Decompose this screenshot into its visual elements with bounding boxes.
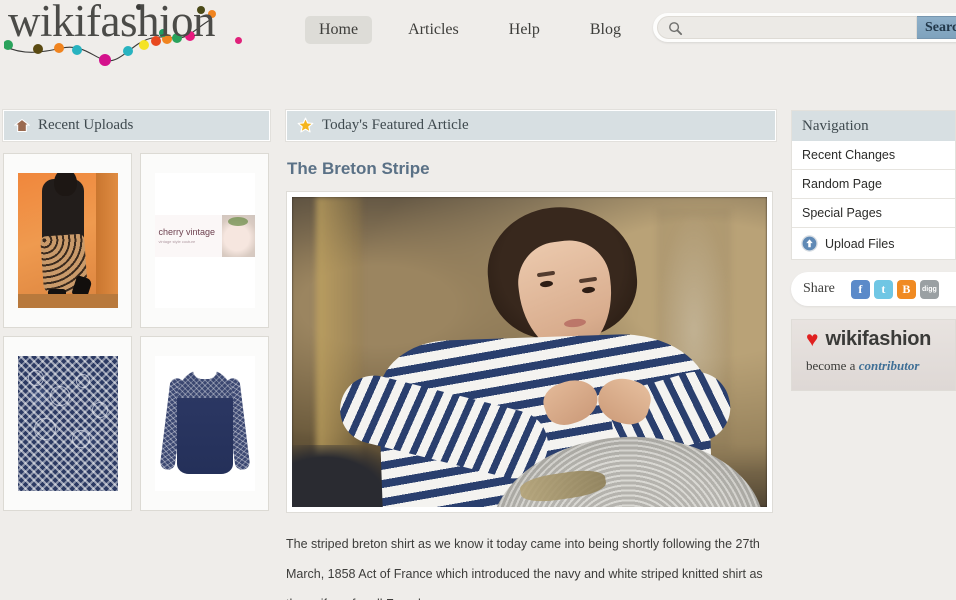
- search-icon: [669, 22, 683, 36]
- navigation-panel: Navigation Recent Changes Random Page Sp…: [791, 110, 956, 260]
- logo-pink-dot: [235, 37, 242, 44]
- navigation-title: Navigation: [802, 117, 869, 134]
- nav-item-help[interactable]: Help: [495, 16, 554, 44]
- featured-image-frame[interactable]: [286, 191, 773, 513]
- sidebar-item-special-pages[interactable]: Special Pages: [792, 198, 955, 227]
- sidebar: Navigation Recent Changes Random Page Sp…: [791, 110, 956, 391]
- sidebar-item-recent-changes[interactable]: Recent Changes: [792, 141, 955, 169]
- search-input[interactable]: [692, 19, 907, 37]
- search-button[interactable]: Search: [917, 16, 956, 39]
- banner-tagline-strong: contributor: [858, 358, 920, 373]
- thumbnail-image-outfit: [17, 173, 118, 308]
- cherry-vintage-tagline: vintage style couture: [158, 238, 196, 244]
- share-label: Share: [803, 281, 835, 296]
- banner-tagline-prefix: become a: [806, 358, 859, 373]
- thumbnail-card-2[interactable]: cherry vintage vintage style couture: [140, 153, 269, 328]
- facebook-icon[interactable]: f: [850, 279, 870, 299]
- sidebar-item-upload-files[interactable]: Upload Files: [792, 227, 955, 259]
- thumbnail-image-lace-top: [154, 356, 255, 491]
- nav-item-home[interactable]: Home: [305, 16, 373, 44]
- sidebar-item-upload-files-label: Upload Files: [825, 236, 895, 251]
- cherry-vintage-brand: cherry vintage: [158, 226, 216, 237]
- featured-image: [292, 197, 767, 507]
- featured-article-header: Today's Featured Article: [286, 110, 776, 141]
- digg-icon[interactable]: digg: [919, 279, 939, 299]
- thumbnail-card-1[interactable]: [3, 153, 132, 328]
- featured-article-column: Today's Featured Article The Breton Stri…: [286, 110, 776, 600]
- page-title: The Breton Stripe: [287, 159, 430, 178]
- thumbnail-image-navy-lace: [17, 356, 118, 491]
- blogger-icon[interactable]: B: [896, 279, 916, 299]
- twitter-icon[interactable]: t: [873, 279, 893, 299]
- heart-icon: ♥: [806, 328, 819, 351]
- sidebar-item-random-page[interactable]: Random Page: [792, 169, 955, 198]
- search-field-wrapper[interactable]: [657, 16, 917, 39]
- article-body-text: The striped breton shirt as we know it t…: [286, 537, 763, 600]
- navigation-header: Navigation: [792, 111, 955, 141]
- recent-uploads-header: Recent Uploads: [3, 110, 270, 141]
- become-contributor-banner[interactable]: ♥ wikifashion become a contributor: [791, 319, 956, 391]
- star-icon: [297, 117, 314, 133]
- share-panel: Share f t B digg: [791, 272, 956, 306]
- share-icon-row: f t B digg: [850, 279, 939, 299]
- recent-uploads-title: Recent Uploads: [38, 117, 134, 133]
- thumbnail-card-3[interactable]: [3, 336, 132, 511]
- featured-article-title-header: Today's Featured Article: [322, 117, 469, 133]
- upload-home-icon: [14, 118, 30, 132]
- nav-item-blog[interactable]: Blog: [576, 16, 635, 44]
- logo-wordmark: wikifashion: [8, 0, 215, 46]
- main-navigation[interactable]: Home Articles Help Blog: [305, 16, 657, 46]
- site-logo[interactable]: wikifashion: [4, 0, 269, 78]
- banner-brand: wikifashion: [825, 328, 932, 350]
- thumbnail-grid: cherry vintage vintage style couture: [3, 153, 270, 511]
- recent-uploads-column: Recent Uploads cherry vintage vintage st…: [3, 110, 270, 511]
- search-bar[interactable]: Search: [653, 13, 956, 42]
- nav-item-articles[interactable]: Articles: [394, 16, 473, 44]
- site-header: wikifashion Home Articles Help Blog Search: [0, 0, 956, 88]
- upload-arrow-icon: [801, 235, 818, 252]
- thumbnail-image-cherry-vintage: cherry vintage vintage style couture: [154, 173, 255, 308]
- thumbnail-card-4[interactable]: [140, 336, 269, 511]
